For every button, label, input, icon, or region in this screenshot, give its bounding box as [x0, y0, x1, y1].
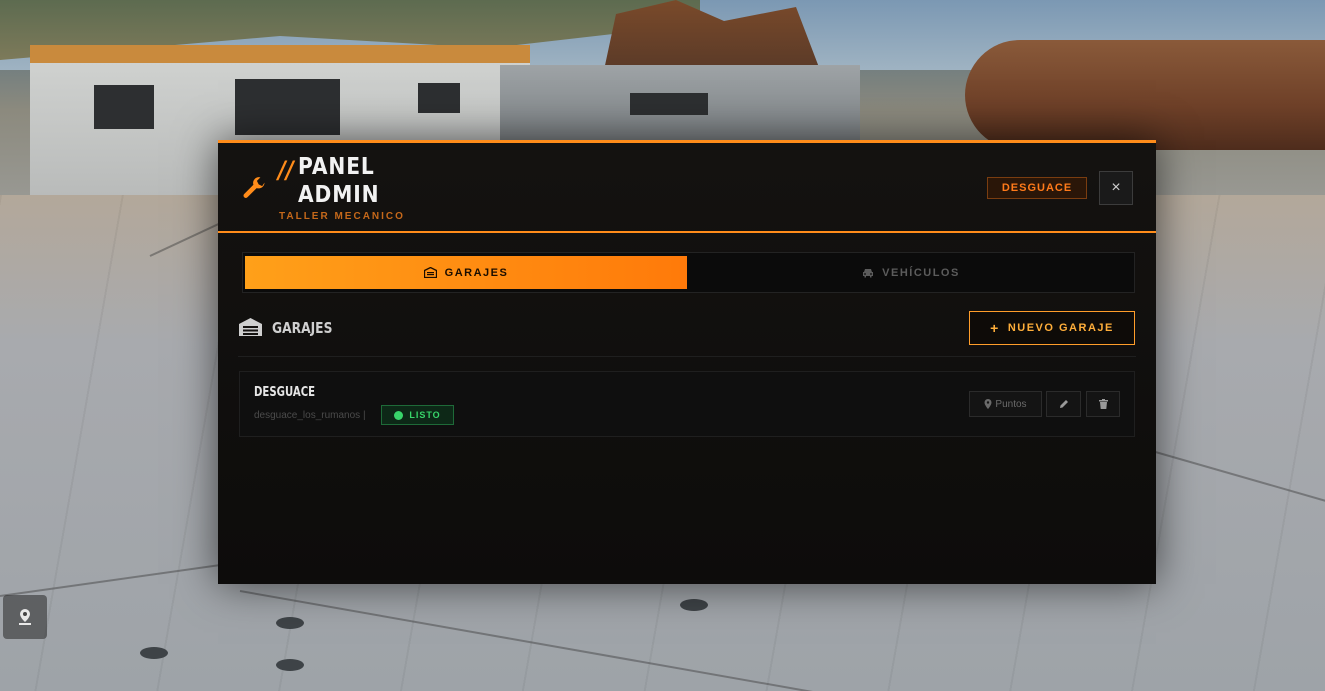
check-circle-icon [394, 410, 404, 420]
garage-row: DESGUACE desguace_los_rumanos | LISTO Pu… [239, 371, 1135, 437]
close-icon: × [1111, 179, 1121, 196]
section-header: GARAJES + NUEVO GARAJE [238, 311, 1136, 357]
trash-icon [1098, 399, 1108, 409]
delete-button[interactable] [1086, 391, 1120, 417]
title-slashes: // [278, 156, 294, 184]
status-badge: LISTO [381, 405, 454, 425]
tab-garajes[interactable]: GARAJES [245, 256, 687, 289]
page-title: PANEL ADMIN [298, 154, 380, 208]
panel-header: // PANEL ADMIN TALLER MECANICO DESGUACE … [218, 143, 1156, 233]
page-subtitle: TALLER MECANICO [279, 211, 405, 222]
close-button[interactable]: × [1099, 171, 1133, 205]
map-marker-icon [984, 399, 992, 409]
admin-panel: // PANEL ADMIN TALLER MECANICO DESGUACE … [218, 140, 1156, 584]
garage-badge: DESGUACE [987, 177, 1087, 199]
garage-icon [423, 267, 437, 278]
map-pin-icon [19, 609, 31, 625]
rusty-tank [965, 40, 1325, 150]
car-icon [863, 268, 874, 277]
garage-id: desguace_los_rumanos | [254, 410, 366, 421]
garage-icon [239, 318, 262, 336]
edit-button[interactable] [1046, 391, 1081, 417]
section-title: GARAJES [272, 319, 333, 337]
points-button[interactable]: Puntos [969, 391, 1042, 417]
containers-far [500, 65, 860, 145]
pencil-icon [1059, 400, 1068, 408]
map-pin-button[interactable] [3, 595, 47, 639]
tab-vehiculos[interactable]: VEHÍCULOS [689, 256, 1133, 289]
new-garage-button[interactable]: + NUEVO GARAJE [969, 311, 1135, 345]
garage-name: DESGUACE [254, 385, 316, 400]
tab-bar: GARAJES VEHÍCULOS [242, 252, 1135, 293]
plus-icon: + [990, 320, 1000, 336]
wrench-icon [243, 177, 265, 198]
